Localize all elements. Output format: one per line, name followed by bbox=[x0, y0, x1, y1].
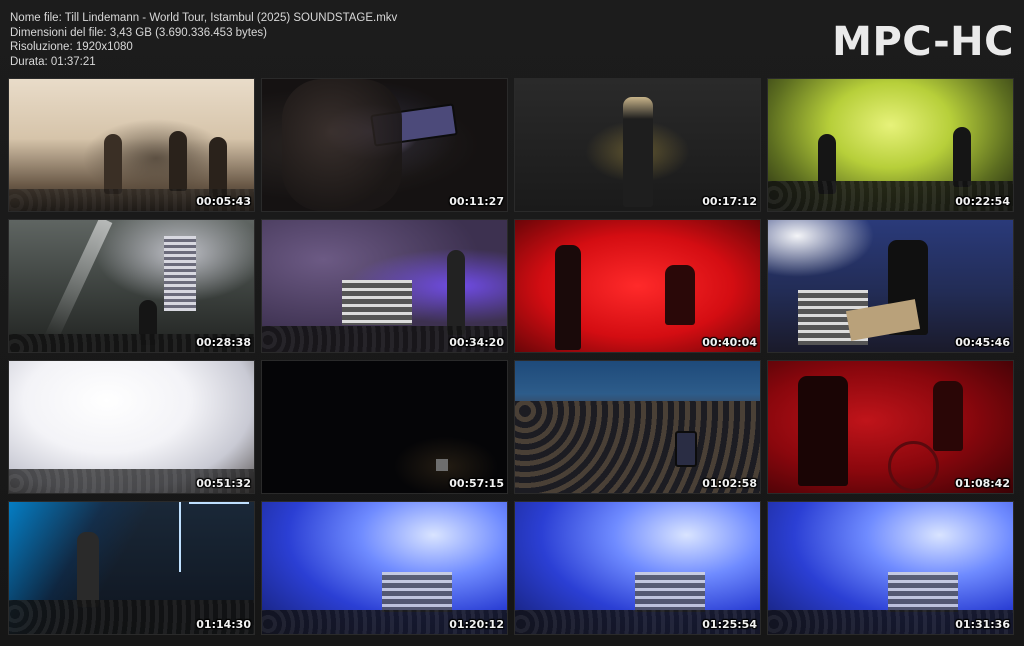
thumbnail-11: 01:02:58 bbox=[515, 361, 760, 493]
brand-logo: MPC-HC bbox=[832, 19, 1014, 65]
frame-image bbox=[515, 502, 760, 634]
timestamp-label: 00:22:54 bbox=[955, 195, 1010, 208]
frame-image bbox=[9, 79, 254, 211]
timestamp-label: 01:14:30 bbox=[196, 618, 251, 631]
thumbnail-14: 01:20:12 bbox=[262, 502, 507, 634]
timestamp-label: 00:17:12 bbox=[702, 195, 757, 208]
thumbnail-13: 01:14:30 bbox=[9, 502, 254, 634]
thumbnail-5: 00:28:38 bbox=[9, 220, 254, 352]
frame-image bbox=[768, 220, 1013, 352]
file-size-line: Dimensioni del file: 3,43 GB (3.690.336.… bbox=[10, 26, 267, 39]
thumbnail-8: 00:45:46 bbox=[768, 220, 1013, 352]
frame-image bbox=[262, 220, 507, 352]
frame-image bbox=[768, 79, 1013, 211]
thumbnail-grid: 00:05:43 00:11:27 00:17:12 00:22:54 00:2… bbox=[9, 79, 1013, 634]
thumbnail-10: 00:57:15 bbox=[262, 361, 507, 493]
timestamp-label: 01:31:36 bbox=[955, 618, 1010, 631]
timestamp-label: 01:20:12 bbox=[449, 618, 504, 631]
timestamp-label: 01:02:58 bbox=[702, 477, 757, 490]
file-info: Nome file: Till Lindemann - World Tour, … bbox=[10, 11, 397, 69]
frame-image bbox=[515, 220, 760, 352]
frame-image bbox=[262, 79, 507, 211]
frame-image bbox=[515, 79, 760, 211]
frame-image bbox=[262, 502, 507, 634]
thumbnail-4: 00:22:54 bbox=[768, 79, 1013, 211]
duration-line: Durata: 01:37:21 bbox=[10, 55, 96, 68]
thumbnail-16: 01:31:36 bbox=[768, 502, 1013, 634]
timestamp-label: 00:57:15 bbox=[449, 477, 504, 490]
timestamp-label: 00:28:38 bbox=[196, 336, 251, 349]
frame-image bbox=[768, 361, 1013, 493]
timestamp-label: 00:05:43 bbox=[196, 195, 251, 208]
frame-image bbox=[9, 220, 254, 352]
thumbnail-9: 00:51:32 bbox=[9, 361, 254, 493]
frame-image bbox=[9, 502, 254, 634]
timestamp-label: 01:08:42 bbox=[955, 477, 1010, 490]
thumbnail-3: 00:17:12 bbox=[515, 79, 760, 211]
timestamp-label: 00:40:04 bbox=[702, 336, 757, 349]
frame-image bbox=[9, 361, 254, 493]
frame-image bbox=[262, 361, 507, 493]
thumbnail-12: 01:08:42 bbox=[768, 361, 1013, 493]
timestamp-label: 00:51:32 bbox=[196, 477, 251, 490]
thumbnail-15: 01:25:54 bbox=[515, 502, 760, 634]
frame-image bbox=[768, 502, 1013, 634]
timestamp-label: 00:11:27 bbox=[449, 195, 504, 208]
timestamp-label: 00:45:46 bbox=[955, 336, 1010, 349]
thumbnail-1: 00:05:43 bbox=[9, 79, 254, 211]
thumbnail-6: 00:34:20 bbox=[262, 220, 507, 352]
thumbnail-2: 00:11:27 bbox=[262, 79, 507, 211]
thumbnail-7: 00:40:04 bbox=[515, 220, 760, 352]
timestamp-label: 01:25:54 bbox=[702, 618, 757, 631]
frame-image bbox=[515, 361, 760, 493]
timestamp-label: 00:34:20 bbox=[449, 336, 504, 349]
file-name-line: Nome file: Till Lindemann - World Tour, … bbox=[10, 12, 398, 24]
resolution-line: Risoluzione: 1920x1080 bbox=[10, 41, 133, 54]
